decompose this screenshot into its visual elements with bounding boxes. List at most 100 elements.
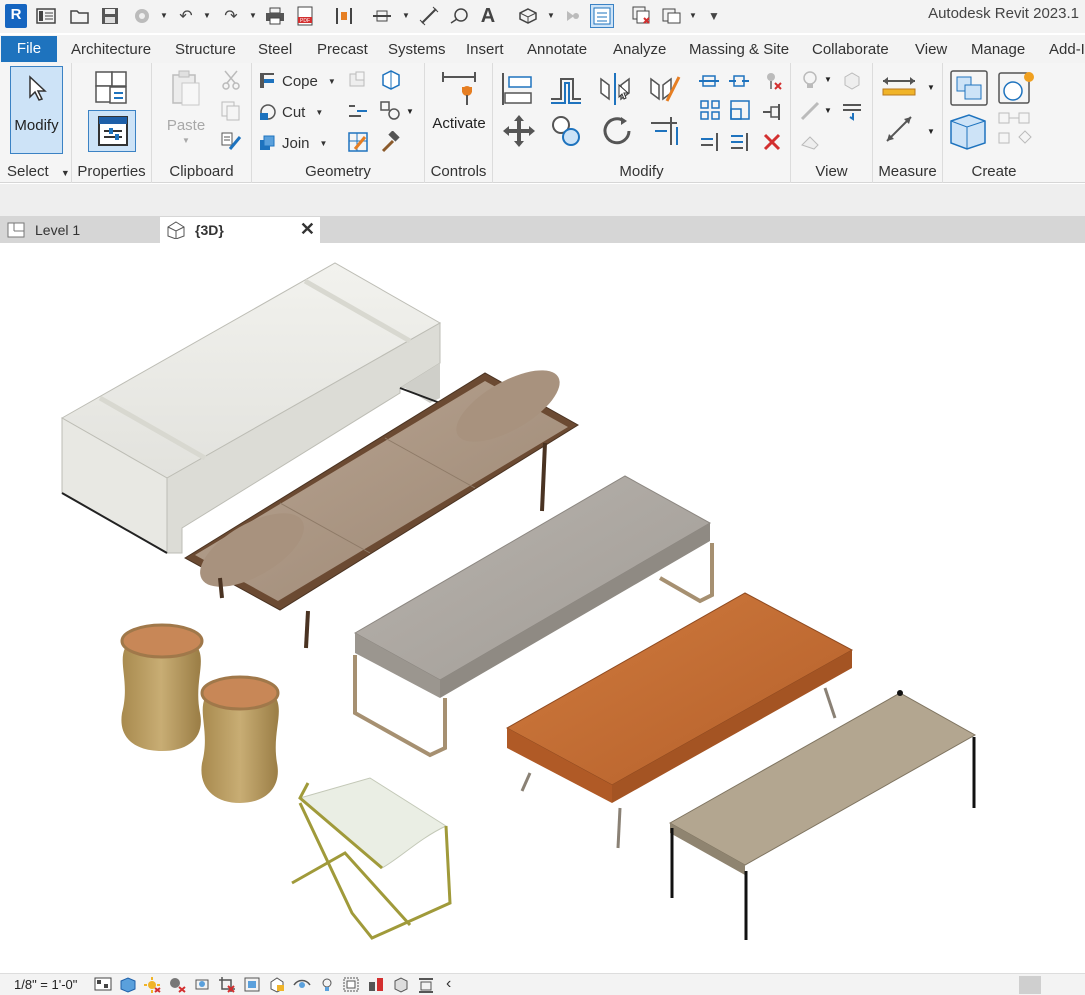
redo-icon[interactable]: ↷ (219, 4, 243, 28)
worksharing-display-icon[interactable] (367, 976, 385, 993)
measure-between-icon[interactable] (332, 4, 356, 28)
filter-icon[interactable] (841, 100, 863, 122)
undo-dropdown-icon[interactable]: ▼ (203, 11, 211, 21)
folding-stool-model[interactable] (291, 777, 452, 940)
reveal-constraints-icon[interactable] (392, 976, 410, 993)
sync-icon[interactable] (130, 4, 154, 28)
horizontal-scrollbar-thumb[interactable] (1019, 976, 1041, 994)
trim-extend-icon[interactable] (647, 113, 683, 149)
render-dialog-icon[interactable] (193, 976, 211, 993)
switch-windows-icon[interactable] (660, 4, 684, 28)
view-tab-3d[interactable]: {3D} ✕ (160, 217, 320, 243)
mirror-draw-axis-icon[interactable] (647, 71, 683, 107)
print-icon[interactable] (263, 4, 287, 28)
default-3d-view-icon[interactable] (516, 4, 540, 28)
tab-manage[interactable]: Manage (971, 37, 1025, 63)
measure-dropdown-icon[interactable]: ▼ (927, 83, 935, 92)
sun-path-icon[interactable] (143, 976, 161, 993)
scale-icon[interactable] (729, 99, 751, 121)
close-hidden-windows-icon[interactable] (630, 4, 654, 28)
demolish-hammer-icon[interactable] (379, 131, 401, 153)
properties-button[interactable] (88, 110, 136, 152)
select-menu[interactable]: Select ▼ (0, 163, 71, 180)
create-group-icon[interactable] (947, 111, 989, 151)
delete-icon[interactable] (761, 131, 783, 153)
beam-column-joins-icon[interactable] (379, 100, 401, 122)
dimension-measure-dropdown-icon[interactable]: ▼ (927, 127, 935, 136)
3d-view-canvas[interactable] (0, 243, 1085, 973)
cut-geometry-button[interactable]: Cut ▼ (258, 100, 323, 124)
linework-icon[interactable] (799, 100, 821, 122)
home-icon[interactable] (34, 4, 58, 28)
aligned-dimension-icon[interactable] (370, 4, 394, 28)
linework-dropdown-icon[interactable]: ▼ (824, 106, 832, 115)
tab-precast[interactable]: Precast (317, 37, 368, 63)
paste-button[interactable]: Paste ▼ (166, 67, 206, 151)
tab-collaborate[interactable]: Collaborate (812, 37, 889, 63)
analytical-model-icon[interactable] (417, 976, 435, 993)
tab-view[interactable]: View (915, 37, 947, 63)
paint-icon[interactable] (347, 131, 369, 153)
join-button[interactable]: Join ▼ (258, 131, 327, 155)
tab-architecture[interactable]: Architecture (71, 37, 151, 63)
collapse-chevron-icon[interactable]: ‹ (446, 975, 451, 993)
array-icon[interactable] (699, 99, 721, 121)
cope-button[interactable]: Cope ▼ (258, 69, 336, 93)
view-scale[interactable]: 1/8" = 1'-0" (14, 977, 77, 992)
save-icon[interactable] (98, 4, 122, 28)
temporary-hide-icon[interactable] (293, 976, 311, 993)
join-roof-icon[interactable] (347, 100, 369, 122)
sync-dropdown-icon[interactable]: ▼ (160, 11, 168, 21)
create-parts-icon[interactable] (997, 69, 1037, 107)
tab-add-ins[interactable]: Add-I (1049, 37, 1085, 63)
create-similar-icon[interactable] (997, 111, 1037, 151)
measure-between-references-icon[interactable] (879, 73, 919, 101)
copy-icon[interactable] (220, 100, 242, 122)
copy-element-icon[interactable] (549, 113, 585, 149)
tab-massing-site[interactable]: Massing & Site (689, 37, 789, 63)
export-pdf-icon[interactable]: PDF (293, 4, 317, 28)
override-graphics-icon[interactable] (841, 69, 863, 91)
split-face-icon[interactable] (379, 69, 401, 91)
3d-view-dropdown-icon[interactable]: ▼ (547, 11, 555, 21)
dimension-dropdown-icon[interactable]: ▼ (402, 11, 410, 21)
section-icon[interactable] (560, 4, 584, 28)
temporary-view-properties-icon[interactable] (342, 976, 360, 993)
shadows-icon[interactable] (168, 976, 186, 993)
pin-icon[interactable] (761, 101, 783, 123)
visual-style-icon[interactable] (119, 976, 137, 993)
aligned-dimension-measure-icon[interactable] (881, 111, 917, 147)
wall-joins-icon[interactable] (347, 69, 369, 91)
tab-systems[interactable]: Systems (388, 37, 446, 63)
type-properties-icon[interactable] (92, 69, 130, 107)
paint-view-icon[interactable] (799, 131, 821, 153)
thin-lines-icon[interactable] (590, 4, 614, 28)
open-folder-icon[interactable] (68, 4, 92, 28)
switch-windows-dropdown-icon[interactable]: ▼ (689, 11, 697, 21)
view-tab-level-1[interactable]: Level 1 (0, 217, 160, 243)
cut-clipboard-icon[interactable] (220, 69, 242, 91)
aligned-measure-icon[interactable] (417, 4, 441, 28)
match-type-properties-icon[interactable] (220, 131, 242, 153)
tab-steel[interactable]: Steel (258, 37, 292, 63)
tag-icon[interactable] (447, 4, 471, 28)
customize-qat-icon[interactable]: ▼ (702, 4, 726, 28)
split-element-icon[interactable] (697, 71, 721, 91)
tab-insert[interactable]: Insert (466, 37, 504, 63)
reveal-hidden-elements-icon[interactable] (318, 976, 336, 993)
create-assembly-icon[interactable] (949, 69, 989, 107)
mirror-pick-axis-icon[interactable] (597, 71, 633, 107)
undo-icon[interactable]: ↶ (174, 4, 198, 28)
hide-in-view-icon[interactable] (799, 69, 821, 91)
unlocked-3d-view-icon[interactable] (268, 976, 286, 993)
text-icon[interactable]: A (476, 4, 500, 28)
tab-analyze[interactable]: Analyze (613, 37, 666, 63)
tab-structure[interactable]: Structure (175, 37, 236, 63)
hide-dropdown-icon[interactable]: ▼ (824, 75, 832, 84)
crop-view-icon[interactable] (218, 976, 236, 993)
detail-level-icon[interactable] (94, 976, 112, 993)
unpin-icon[interactable] (761, 69, 783, 91)
show-crop-region-icon[interactable] (243, 976, 261, 993)
geometry-dropdown-icon[interactable]: ▼ (406, 107, 414, 116)
revit-logo-icon[interactable]: R (5, 4, 27, 28)
